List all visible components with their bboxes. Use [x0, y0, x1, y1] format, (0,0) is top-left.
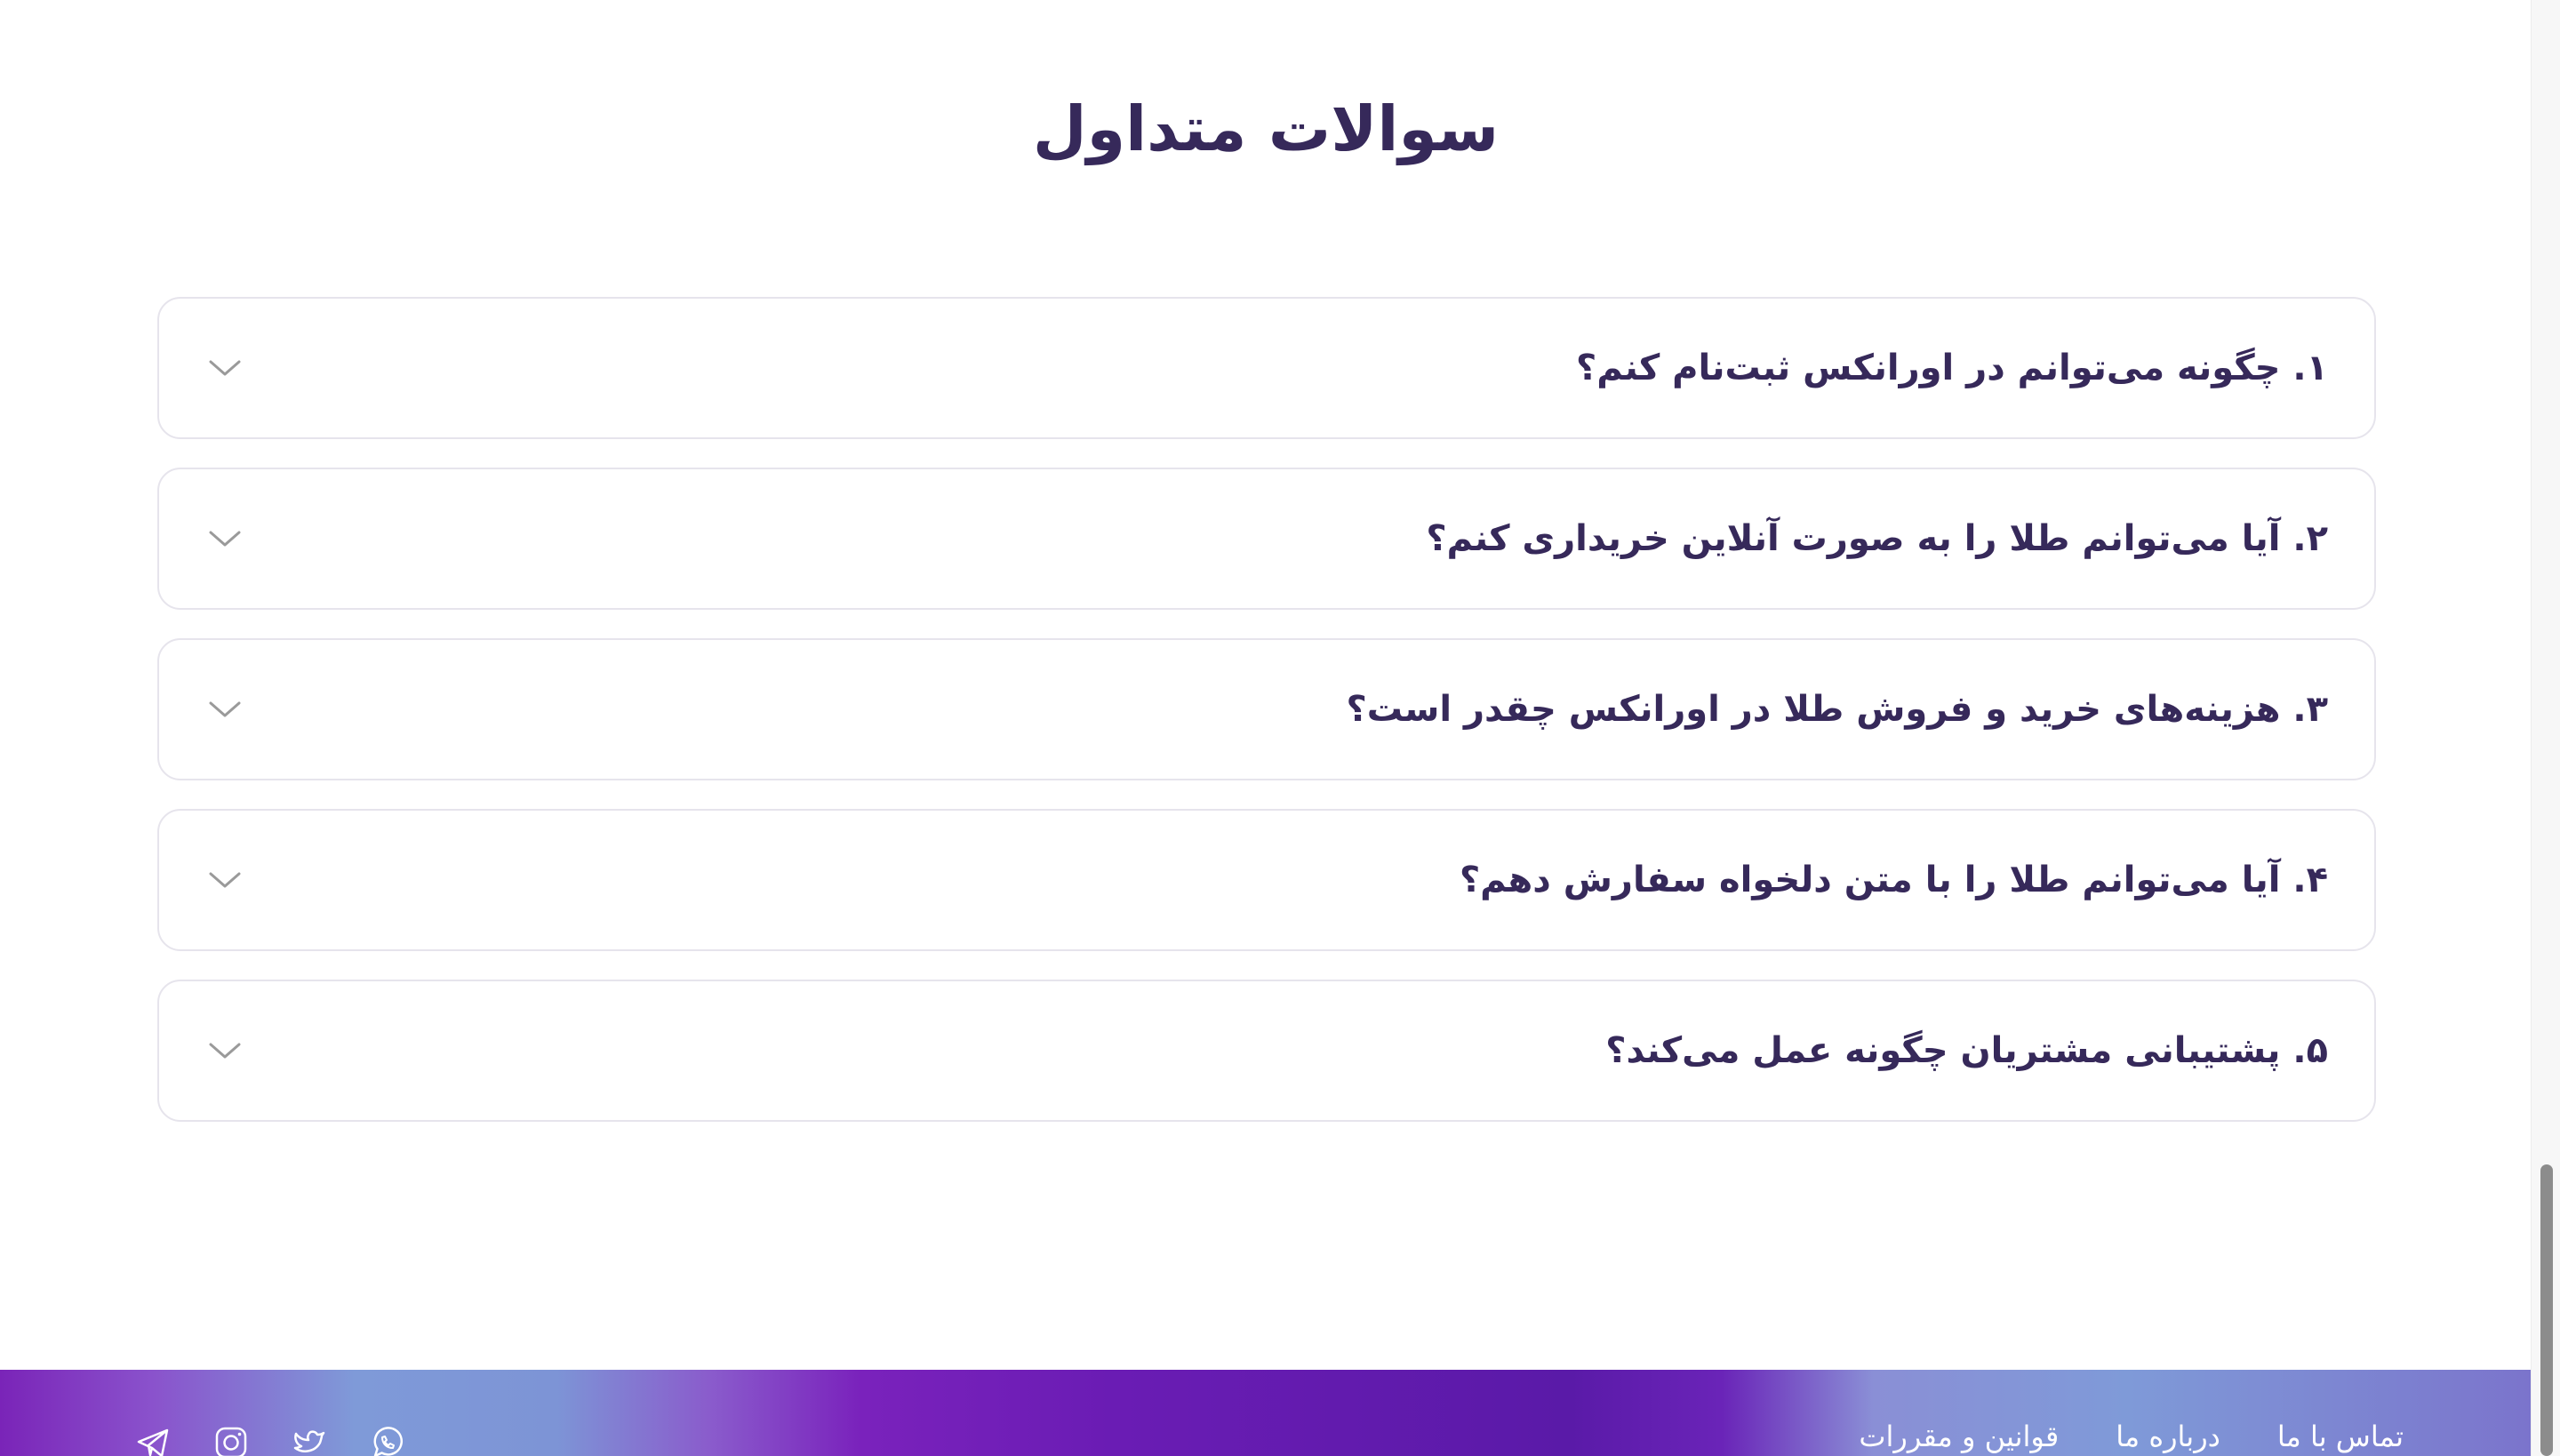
faq-item-3[interactable]: ۳. هزینه‌های خرید و فروش طلا در اورانکس …: [157, 638, 2376, 780]
footer: تماس با ما درباره ما قوانین و مقررات: [0, 1370, 2532, 1456]
chevron-down-icon[interactable]: [205, 690, 244, 729]
footer-link-terms[interactable]: قوانین و مقررات: [1859, 1420, 2059, 1453]
instagram-icon[interactable]: [212, 1423, 251, 1456]
scrollbar[interactable]: [2531, 0, 2560, 1456]
faq-item-1[interactable]: ۱. چگونه می‌توانم در اورانکس ثبت‌نام کنم…: [157, 297, 2376, 439]
faq-item-5[interactable]: ۵. پشتیبانی مشتریان چگونه عمل می‌کند؟: [157, 980, 2376, 1122]
faq-list: ۱. چگونه می‌توانم در اورانکس ثبت‌نام کنم…: [157, 297, 2376, 1150]
twitter-icon[interactable]: [290, 1423, 329, 1456]
scrollbar-thumb[interactable]: [2540, 1164, 2553, 1456]
page: سوالات متداول ۱. چگونه می‌توانم در اوران…: [0, 0, 2560, 1456]
chevron-down-icon[interactable]: [205, 860, 244, 900]
faq-question: ۲. آیا می‌توانم طلا را به صورت آنلاین خر…: [1426, 518, 2328, 559]
faq-item-4[interactable]: ۴. آیا می‌توانم طلا را با متن دلخواه سفا…: [157, 809, 2376, 951]
faq-question: ۵. پشتیبانی مشتریان چگونه عمل می‌کند؟: [1605, 1030, 2328, 1071]
faq-item-2[interactable]: ۲. آیا می‌توانم طلا را به صورت آنلاین خر…: [157, 468, 2376, 610]
footer-link-contact[interactable]: تماس با ما: [2277, 1420, 2404, 1453]
whatsapp-icon[interactable]: [368, 1423, 407, 1456]
footer-link-about[interactable]: درباره ما: [2116, 1420, 2220, 1453]
footer-links: تماس با ما درباره ما قوانین و مقررات: [1859, 1420, 2404, 1453]
faq-title: سوالات متداول: [1032, 92, 1500, 165]
faq-question: ۳. هزینه‌های خرید و فروش طلا در اورانکس …: [1346, 689, 2329, 730]
chevron-down-icon[interactable]: [205, 348, 244, 388]
faq-question: ۴. آیا می‌توانم طلا را با متن دلخواه سفا…: [1459, 860, 2328, 900]
faq-question: ۱. چگونه می‌توانم در اورانکس ثبت‌نام کنم…: [1576, 348, 2328, 388]
chevron-down-icon[interactable]: [205, 1031, 244, 1070]
chevron-down-icon[interactable]: [205, 519, 244, 558]
social-links: [133, 1423, 407, 1456]
telegram-icon[interactable]: [133, 1423, 172, 1456]
